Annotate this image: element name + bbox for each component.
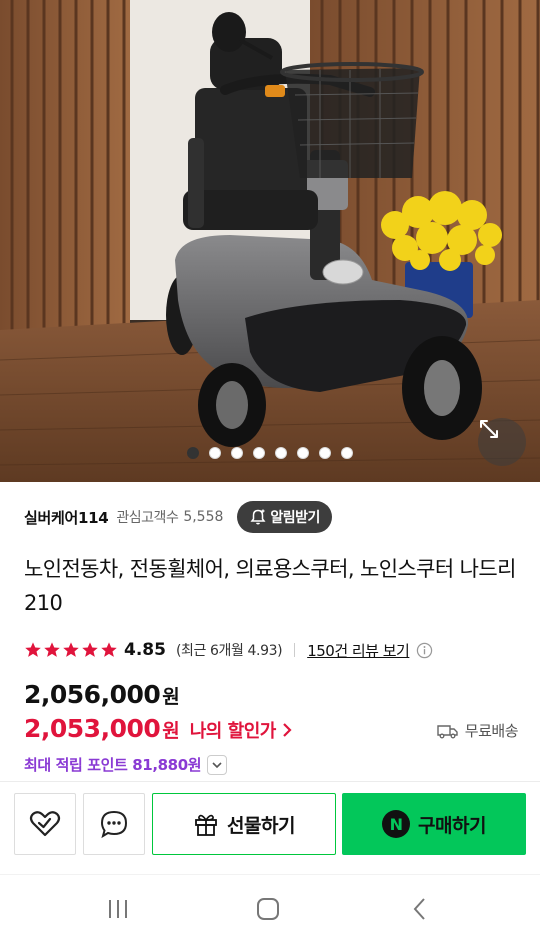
recent-apps-button[interactable] xyxy=(88,893,148,925)
star-icon xyxy=(101,642,117,657)
product-title: 노인전동차, 전동휠체어, 의료용스쿠터, 노인스쿠터 나드리210 xyxy=(24,557,516,615)
carousel-dot[interactable] xyxy=(319,447,331,459)
store-name[interactable]: 실버케어114 xyxy=(24,507,109,528)
bell-plus-icon xyxy=(250,509,266,525)
points-expand-button[interactable] xyxy=(207,754,228,775)
home-button[interactable] xyxy=(238,893,298,925)
star-icon xyxy=(44,642,60,657)
notify-button[interactable]: 알림받기 xyxy=(237,501,332,533)
max-points: 최대 적립 포인트 81,880원 xyxy=(24,754,228,775)
gift-button[interactable]: 선물하기 xyxy=(152,793,336,855)
store-info-row: 실버케어114 관심고객수 5,558 알림받기 xyxy=(24,500,332,534)
system-navigation-bar xyxy=(0,874,540,941)
star-icon xyxy=(63,642,79,657)
star-icon xyxy=(25,642,41,657)
sale-price-value: 2,053,000 xyxy=(24,714,161,743)
rating-value: 4.85 xyxy=(124,640,166,660)
discount-label: 나의 할인가 xyxy=(189,721,277,742)
heart-check-icon xyxy=(29,811,61,837)
chevron-right-icon xyxy=(283,723,292,737)
purchase-action-bar: 선물하기 N 구매하기 xyxy=(0,782,540,870)
gift-label: 선물하기 xyxy=(227,814,295,837)
star-icon xyxy=(82,642,98,657)
info-icon[interactable] xyxy=(416,642,433,659)
truck-icon xyxy=(437,724,458,738)
carousel-dot[interactable] xyxy=(253,447,265,459)
my-discount-link[interactable]: 나의 할인가 xyxy=(190,717,294,743)
back-icon xyxy=(413,898,425,920)
star-rating xyxy=(24,641,118,659)
product-photo xyxy=(0,0,540,482)
carousel-dot[interactable] xyxy=(187,447,199,459)
buy-button[interactable]: N 구매하기 xyxy=(342,793,526,855)
rating-recent: (최근 6개월 4.93) xyxy=(175,643,283,659)
follower-count: 5,558 xyxy=(183,509,224,525)
original-price: 2,056,000 원 xyxy=(24,680,180,709)
shipping-info: 무료배송 xyxy=(437,720,519,741)
sale-price[interactable]: 2,053,000 원 나의 할인가 xyxy=(24,714,294,743)
zoom-button[interactable] xyxy=(478,418,526,466)
carousel-dot[interactable] xyxy=(341,447,353,459)
recent-apps-icon xyxy=(109,900,127,918)
expand-icon xyxy=(480,420,498,438)
sale-price-unit: 원 xyxy=(162,720,180,742)
follower-label: 관심고객수 xyxy=(116,510,179,526)
naverpay-icon: N xyxy=(382,810,411,838)
carousel-dot[interactable] xyxy=(209,447,221,459)
product-image-carousel[interactable] xyxy=(0,0,540,482)
shipping-label: 무료배송 xyxy=(464,722,519,740)
buy-label: 구매하기 xyxy=(418,814,486,837)
home-icon xyxy=(257,898,279,920)
back-button[interactable] xyxy=(390,893,450,925)
original-price-value: 2,056,000 xyxy=(24,680,161,709)
notify-label: 알림받기 xyxy=(270,510,320,526)
points-label: 최대 적립 포인트 81,880원 xyxy=(24,756,202,774)
original-price-unit: 원 xyxy=(162,686,180,708)
carousel-indicator xyxy=(0,447,540,459)
wishlist-button[interactable] xyxy=(14,793,76,855)
review-link[interactable]: 150건 리뷰 보기 xyxy=(307,640,410,661)
carousel-dot[interactable] xyxy=(275,447,287,459)
chat-bubble-icon xyxy=(100,810,128,839)
chat-button[interactable] xyxy=(83,793,145,855)
chevron-down-icon xyxy=(212,761,222,768)
rating-row: 4.85 (최근 6개월 4.93) 150건 리뷰 보기 xyxy=(24,636,433,664)
divider xyxy=(294,643,296,657)
carousel-dot[interactable] xyxy=(231,447,243,459)
gift-icon xyxy=(195,814,217,836)
carousel-dot[interactable] xyxy=(297,447,309,459)
